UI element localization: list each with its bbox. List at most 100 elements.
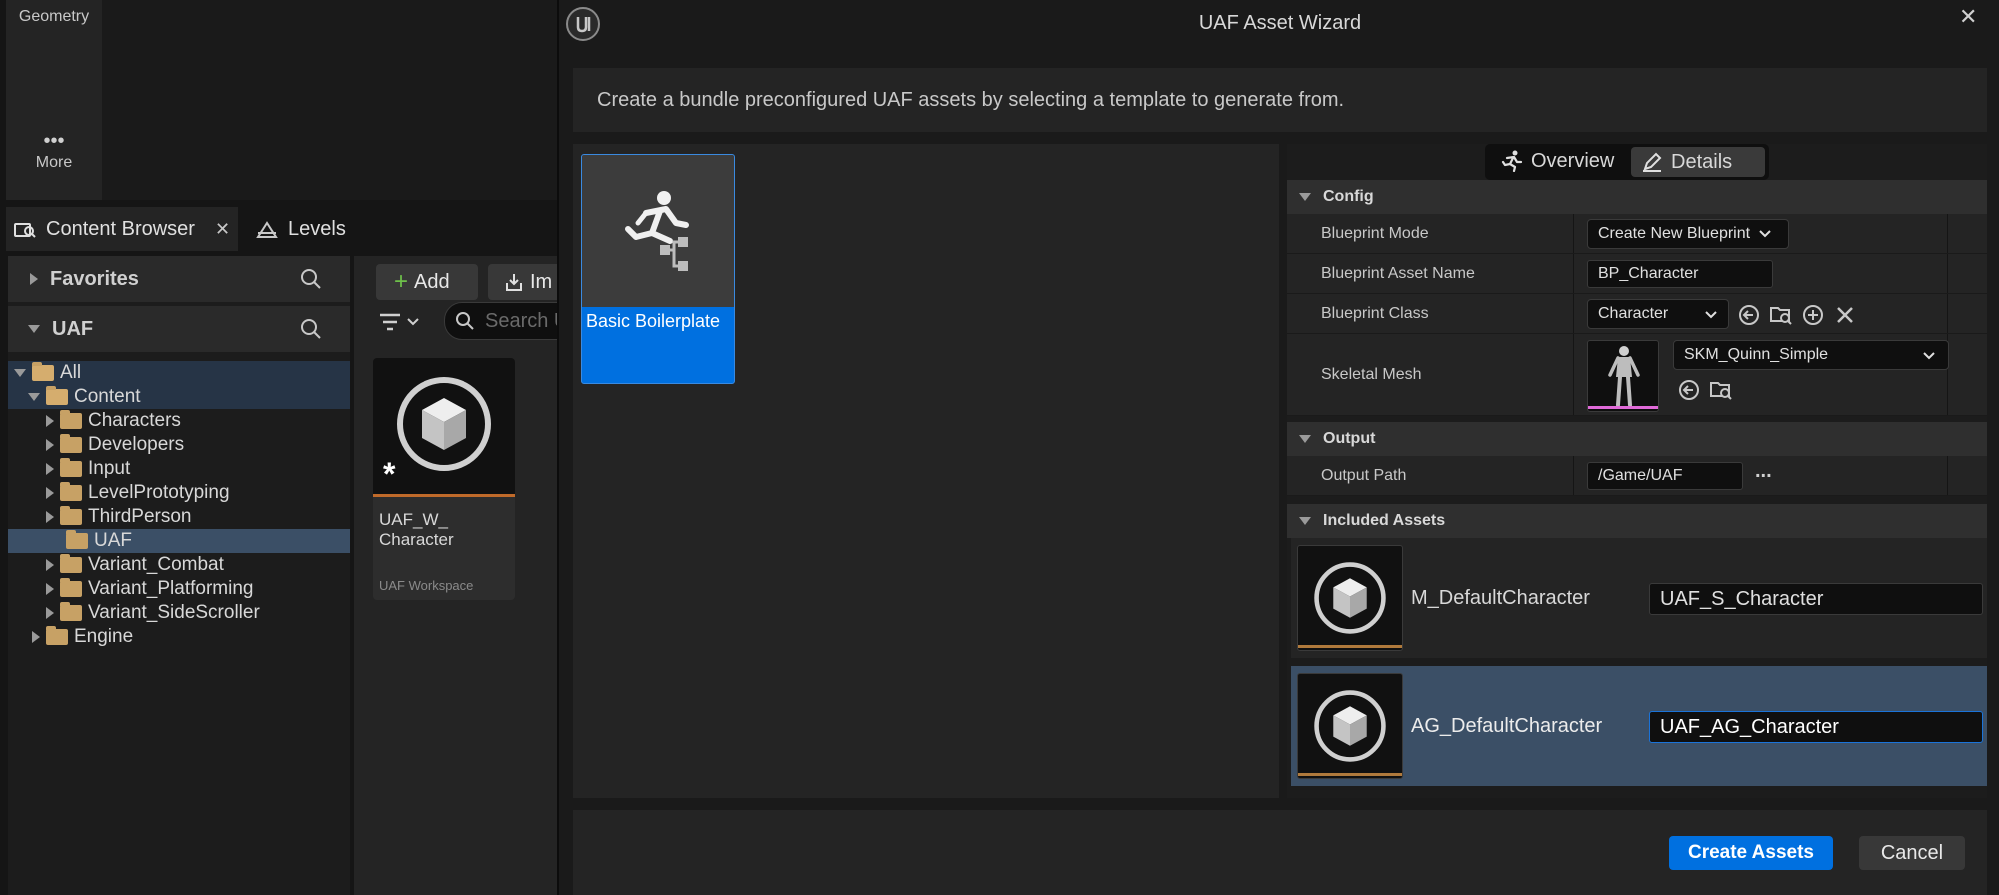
included-asset-row[interactable]: M_DefaultCharacter UAF_S_Character — [1291, 538, 1987, 658]
add-class-icon[interactable] — [1801, 303, 1825, 327]
filter-button[interactable] — [378, 310, 422, 334]
tab-overview-label: Overview — [1531, 149, 1615, 172]
skeletal-mesh-label: Skeletal Mesh — [1321, 366, 1422, 383]
blueprint-mode-dropdown[interactable]: Create New Blueprint — [1587, 219, 1789, 249]
close-tab-icon[interactable]: ✕ — [215, 219, 230, 240]
blueprint-class-dropdown[interactable]: Character — [1587, 299, 1729, 329]
asset-thumbnail — [1297, 545, 1403, 651]
included-asset-row-selected[interactable]: AG_DefaultCharacter UAF_AG_Character — [1291, 666, 1987, 786]
tree-item-engine[interactable]: Engine — [8, 625, 350, 649]
folder-icon — [66, 530, 88, 549]
import-icon — [504, 272, 524, 292]
collapse-arrow-icon — [28, 325, 40, 333]
favorites-header[interactable]: Favorites — [8, 256, 350, 302]
filter-icon — [380, 313, 419, 331]
import-button[interactable]: Im — [488, 264, 568, 300]
levels-tab-label: Levels — [288, 217, 346, 240]
search-icon[interactable] — [300, 268, 322, 290]
uaf-section-label: UAF — [52, 317, 94, 340]
tree-item-developers[interactable]: Developers — [8, 433, 350, 457]
browse-asset-icon[interactable] — [1709, 378, 1733, 402]
tree-item-content[interactable]: Content — [8, 385, 350, 409]
create-assets-button[interactable]: Create Assets — [1669, 836, 1833, 870]
included-assets-header: Included Assets — [1323, 512, 1446, 529]
output-path-input[interactable]: /Game/UAF — [1587, 462, 1743, 490]
use-selected-icon[interactable] — [1737, 303, 1761, 327]
browse-path-button[interactable]: ... — [1755, 460, 1772, 483]
included-asset-rename-input[interactable]: UAF_AG_Character — [1649, 711, 1983, 743]
tree-item-characters[interactable]: Characters — [8, 409, 350, 433]
tree-item-uaf[interactable]: UAF — [8, 529, 350, 553]
cube-icon — [397, 377, 491, 471]
mannequin-icon — [1608, 346, 1640, 407]
tree-item-variant-sidescroller[interactable]: Variant_SideScroller — [8, 601, 350, 625]
more-modes-button[interactable]: ••• More — [6, 130, 102, 172]
clear-icon[interactable] — [1833, 303, 1857, 327]
config-header: Config — [1323, 188, 1374, 205]
blueprint-asset-name-input[interactable]: BP_Character — [1587, 260, 1773, 288]
cube-icon — [1314, 562, 1386, 634]
folder-icon — [60, 410, 82, 429]
collapse-arrow-icon — [28, 393, 40, 401]
tree-label: Input — [88, 458, 131, 479]
included-assets-category[interactable]: Included Assets — [1287, 504, 1987, 538]
folder-open-icon — [32, 362, 54, 381]
add-button[interactable]: + Add — [376, 264, 478, 300]
skeletal-mesh-row: Skeletal Mesh SKM_Quinn_Simple — [1287, 334, 1987, 416]
search-icon[interactable] — [300, 318, 322, 340]
tree-label: Characters — [88, 410, 181, 431]
skeletal-mesh-value: SKM_Quinn_Simple — [1684, 346, 1829, 363]
folder-icon — [60, 602, 82, 621]
tree-label: Variant_SideScroller — [88, 602, 260, 623]
template-list-panel: Basic Boilerplate — [573, 144, 1279, 798]
blueprint-class-value: Character — [1598, 305, 1669, 322]
tree-label: All — [60, 362, 82, 383]
use-selected-icon[interactable] — [1677, 378, 1701, 402]
asset-search-input[interactable]: Search U — [444, 302, 564, 340]
ellipsis-icon: ••• — [43, 130, 65, 152]
template-thumbnail — [582, 155, 734, 307]
tab-content-browser[interactable]: Content Browser ✕ — [6, 207, 238, 251]
folder-icon — [60, 506, 82, 525]
pencil-icon — [1641, 151, 1663, 173]
geometry-mode-button[interactable]: Geometry — [6, 8, 102, 26]
expand-arrow-icon — [46, 415, 54, 427]
tab-levels[interactable]: Levels — [252, 207, 362, 251]
uaf-collection-header[interactable]: UAF — [8, 306, 350, 352]
viewport-area — [102, 0, 558, 200]
skeletal-mesh-dropdown[interactable]: SKM_Quinn_Simple — [1673, 340, 1949, 370]
skeletal-mesh-thumbnail[interactable] — [1587, 340, 1659, 412]
developers-folder-icon — [60, 434, 82, 453]
config-category[interactable]: Config — [1287, 180, 1987, 214]
browse-asset-icon[interactable] — [1769, 303, 1793, 327]
import-button-label: Im — [530, 270, 553, 293]
tree-label: UAF — [94, 530, 132, 551]
dialog-title: UAF Asset Wizard — [1198, 12, 1362, 34]
template-basic-boilerplate[interactable]: Basic Boilerplate — [581, 154, 735, 384]
tab-details-label: Details — [1671, 150, 1733, 173]
included-asset-rename-input[interactable]: UAF_S_Character — [1649, 583, 1983, 615]
tree-item-variant-platforming[interactable]: Variant_Platforming — [8, 577, 350, 601]
tree-item-input[interactable]: Input — [8, 457, 350, 481]
tree-item-all[interactable]: All — [8, 361, 350, 385]
tree-item-variant-combat[interactable]: Variant_Combat — [8, 553, 350, 577]
close-icon[interactable]: ✕ — [1959, 4, 1977, 30]
asset-tile-uaf-workspace[interactable]: * UAF_W_ Character UAF Workspace — [373, 358, 515, 600]
folder-icon — [60, 578, 82, 597]
tree-item-levelprototyping[interactable]: LevelPrototyping — [8, 481, 350, 505]
tree-item-thirdperson[interactable]: ThirdPerson — [8, 505, 350, 529]
expand-arrow-icon — [46, 511, 54, 523]
included-asset-name: AG_DefaultCharacter — [1411, 714, 1603, 737]
tab-details[interactable]: Details — [1631, 147, 1765, 177]
expand-arrow-icon — [32, 631, 40, 643]
expand-arrow-icon — [46, 439, 54, 451]
content-browser-tab-label: Content Browser — [46, 217, 195, 240]
cancel-button[interactable]: Cancel — [1859, 836, 1965, 870]
modes-toolrail: Geometry ••• More — [6, 0, 102, 200]
collapse-arrow-icon — [14, 369, 26, 377]
tree-label: Content — [74, 386, 141, 407]
tab-overview[interactable]: Overview — [1493, 144, 1627, 178]
asset-thumbnail: * — [373, 358, 515, 494]
tree-label: Developers — [88, 434, 185, 455]
output-category[interactable]: Output — [1287, 422, 1987, 456]
